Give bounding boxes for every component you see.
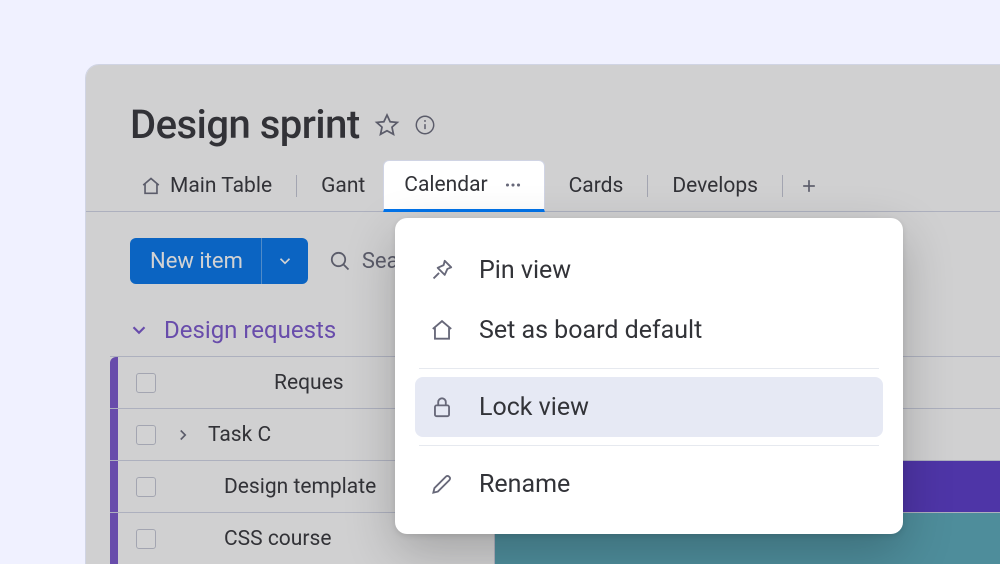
menu-separator [419, 368, 879, 369]
search-icon [328, 249, 352, 273]
tab-gant[interactable]: Gant [303, 160, 383, 212]
tab-label: Calendar [404, 173, 487, 197]
favorite-star-icon[interactable] [374, 112, 400, 138]
new-item-label: New item [130, 238, 261, 284]
tab-label: Develops [672, 174, 758, 198]
menu-item-set-default[interactable]: Set as board default [415, 300, 883, 360]
tab-separator [296, 175, 297, 197]
home-icon [140, 175, 162, 197]
group-color-accent [110, 409, 118, 460]
chevron-down-icon [128, 319, 150, 341]
tab-develops[interactable]: Develops [654, 160, 776, 212]
checkbox[interactable] [136, 529, 156, 549]
new-item-caret[interactable] [261, 238, 308, 284]
view-tabs: Main Table Gant Calendar Cards Develops [86, 160, 1000, 212]
menu-item-label: Set as board default [479, 316, 702, 345]
pencil-icon [429, 471, 457, 497]
select-all-cell[interactable] [118, 373, 174, 393]
checkbox[interactable] [136, 477, 156, 497]
tab-main-table[interactable]: Main Table [122, 160, 290, 212]
menu-item-label: Pin view [479, 256, 571, 285]
tab-label: Cards [569, 174, 624, 198]
group-color-accent [110, 513, 118, 564]
menu-separator [419, 445, 879, 446]
item-name: Design template [224, 475, 376, 499]
tab-calendar[interactable]: Calendar [383, 160, 544, 212]
item-name: CSS course [224, 527, 331, 551]
board-title: Design sprint [130, 101, 360, 148]
add-view-button[interactable] [789, 160, 829, 212]
home-icon [429, 317, 457, 343]
pin-icon [429, 257, 457, 283]
item-name: Task C [208, 423, 271, 447]
tab-label: Main Table [170, 174, 272, 198]
group-color-accent [110, 461, 118, 512]
tab-more-icon[interactable] [502, 174, 524, 196]
tab-separator [647, 175, 648, 197]
menu-item-lock-view[interactable]: Lock view [415, 377, 883, 437]
view-context-menu: Pin view Set as board default Lock view … [395, 218, 903, 534]
checkbox[interactable] [136, 425, 156, 445]
board-header: Design sprint [86, 65, 1000, 160]
menu-item-label: Lock view [479, 393, 589, 422]
tab-label: Gant [321, 174, 365, 198]
lock-icon [429, 394, 457, 420]
checkbox[interactable] [136, 373, 156, 393]
info-icon[interactable] [414, 114, 436, 136]
menu-item-pin-view[interactable]: Pin view [415, 240, 883, 300]
tab-separator [782, 175, 783, 197]
group-title: Design requests [164, 316, 336, 344]
tab-cards[interactable]: Cards [551, 160, 642, 212]
menu-item-label: Rename [479, 470, 570, 499]
expand-subitems-icon[interactable] [174, 426, 204, 444]
column-header-label: Reques [274, 371, 344, 395]
new-item-button[interactable]: New item [130, 238, 308, 284]
menu-item-rename[interactable]: Rename [415, 454, 883, 514]
group-color-accent [110, 357, 118, 408]
